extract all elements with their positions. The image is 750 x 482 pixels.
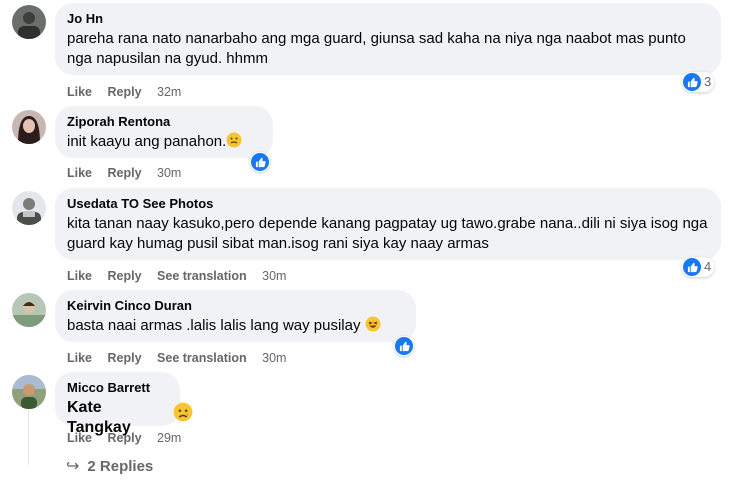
like-button[interactable]: Like — [67, 85, 92, 99]
reply-button[interactable]: Reply — [108, 269, 142, 283]
timestamp[interactable]: 29m — [157, 431, 181, 445]
comment-text: basta naai armas .lalis lalis lang way p… — [67, 316, 404, 336]
sad-emoji-icon — [173, 402, 193, 422]
laughing-emoji-icon — [365, 316, 381, 332]
see-translation-link[interactable]: See translation — [157, 351, 247, 365]
timestamp[interactable]: 32m — [157, 85, 181, 99]
comment-author[interactable]: Jo Hn — [67, 11, 709, 27]
comment-author[interactable]: Micco Barrett — [67, 380, 168, 396]
avatar[interactable] — [12, 110, 46, 144]
reply-arrow-icon: ↪ — [66, 458, 80, 475]
comment-text: kita tanan naay kasuko,pero depende kana… — [67, 215, 708, 252]
reaction-number: 4 — [704, 259, 712, 274]
reply-button[interactable]: Reply — [108, 351, 142, 365]
reply-button[interactable]: Reply — [108, 431, 142, 445]
reaction-count[interactable]: 4 — [682, 257, 715, 277]
comment-author[interactable]: Usedata TO See Photos — [67, 196, 709, 212]
timestamp[interactable]: 30m — [262, 269, 286, 283]
like-icon — [395, 337, 413, 355]
see-translation-link[interactable]: See translation — [157, 269, 247, 283]
reply-button[interactable]: Reply — [108, 166, 142, 180]
comment-bubble: Usedata TO See Photos kita tanan naay ka… — [55, 188, 721, 260]
comment-actions: Like Reply See translation 30m — [67, 268, 298, 284]
like-icon — [251, 153, 269, 171]
avatar[interactable] — [12, 191, 46, 225]
comment-actions: Like Reply 30m — [67, 165, 193, 181]
timestamp[interactable]: 30m — [262, 351, 286, 365]
comment-actions: Like Reply See translation 30m — [67, 350, 298, 366]
timestamp[interactable]: 30m — [157, 166, 181, 180]
comment-bubble: Micco Barrett Kate Tangkay — [55, 372, 180, 436]
reaction-count[interactable]: 3 — [682, 72, 715, 92]
comment-author[interactable]: Keirvin Cinco Duran — [67, 298, 404, 314]
avatar[interactable] — [12, 5, 46, 39]
like-icon — [683, 258, 701, 276]
avatar[interactable] — [12, 375, 46, 409]
like-button[interactable]: Like — [67, 166, 92, 180]
reply-thread-line — [28, 410, 29, 465]
avatar[interactable] — [12, 293, 46, 327]
reply-button[interactable]: Reply — [108, 85, 142, 99]
comment-text: init kaayu ang panahon. — [67, 132, 261, 152]
comment-actions: Like Reply 32m — [67, 84, 193, 100]
comment-bubble: Ziporah Rentona init kaayu ang panahon. — [55, 106, 273, 158]
view-replies-link[interactable]: ↪ 2 Replies — [66, 457, 153, 477]
comment-text-body: init kaayu ang panahon. — [67, 133, 227, 150]
like-button[interactable]: Like — [67, 351, 92, 365]
grimace-emoji-icon — [226, 132, 242, 148]
like-icon — [683, 73, 701, 91]
like-button[interactable]: Like — [67, 269, 92, 283]
comment-bubble: Keirvin Cinco Duran basta naai armas .la… — [55, 290, 416, 342]
reaction-count[interactable] — [250, 152, 270, 172]
comment-actions: Like Reply 29m — [67, 430, 193, 446]
comment-text-body: basta naai armas .lalis lalis lang way p… — [67, 317, 361, 334]
comment-text: pareha rana nato nanarbaho ang mga guard… — [67, 30, 686, 67]
comment-bubble: Jo Hn pareha rana nato nanarbaho ang mga… — [55, 3, 721, 75]
reaction-number: 3 — [704, 74, 712, 89]
like-button[interactable]: Like — [67, 431, 92, 445]
reaction-count[interactable] — [394, 336, 414, 356]
comment-author[interactable]: Ziporah Rentona — [67, 114, 261, 130]
replies-label: 2 Replies — [87, 458, 154, 475]
